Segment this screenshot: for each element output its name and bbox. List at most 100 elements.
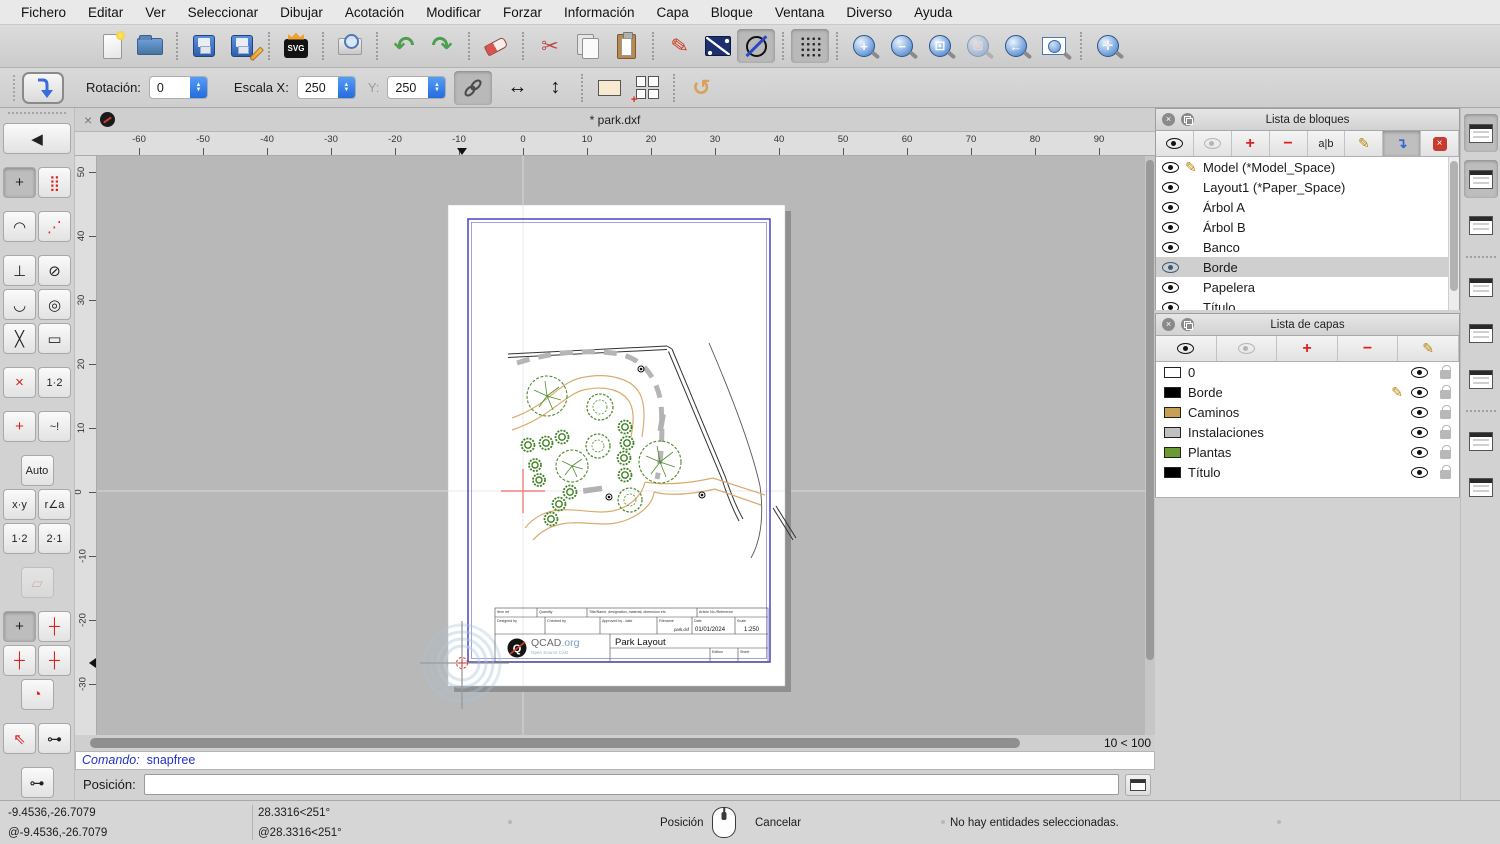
scale-y-spinner[interactable]: 250 ▲ ▼ xyxy=(387,76,447,99)
snap-endpoints-button[interactable]: ◠ xyxy=(3,211,36,242)
rotation-spinner[interactable]: 0 ▲ ▼ xyxy=(148,76,208,99)
dock-selection-filter-button[interactable] xyxy=(1464,314,1498,352)
command-detach-button[interactable] xyxy=(1125,773,1151,796)
menu-acotaci-n[interactable]: Acotación xyxy=(334,5,415,20)
line-tool-button[interactable] xyxy=(699,29,737,63)
menu-diverso[interactable]: Diverso xyxy=(835,5,903,20)
eye-icon[interactable] xyxy=(1162,281,1179,293)
hide-all-layers-button[interactable] xyxy=(1217,336,1278,361)
relative-cartesian-button[interactable]: 1·2 xyxy=(3,523,36,554)
snap-reference-button[interactable]: ▭ xyxy=(38,323,71,354)
hide-all-blocks-button[interactable] xyxy=(1194,131,1232,156)
eye-icon[interactable] xyxy=(1162,301,1179,310)
add-layer-button[interactable]: + xyxy=(1277,336,1338,361)
close-panel-icon[interactable]: × xyxy=(1162,113,1175,126)
snap-tangential-button[interactable]: ⊘ xyxy=(38,255,71,286)
snap-intersection-manual-button[interactable]: + xyxy=(3,411,36,442)
float-panel-icon[interactable] xyxy=(1181,113,1194,126)
layer-row-instalaciones[interactable]: Instalaciones xyxy=(1156,422,1459,442)
block-row-layout1-paper-space-[interactable]: Layout1 (*Paper_Space) xyxy=(1156,177,1459,197)
snap-free-button[interactable]: + xyxy=(3,167,36,198)
edit-layer-button[interactable]: ✎ xyxy=(1398,336,1459,361)
eye-icon[interactable] xyxy=(1162,261,1179,273)
stepper-icon[interactable]: ▲ ▼ xyxy=(337,77,355,98)
add-block-button[interactable]: + xyxy=(1232,131,1270,156)
dock-reference-views-button[interactable] xyxy=(1464,360,1498,398)
print-preview-button[interactable] xyxy=(331,29,369,63)
zoom-in-button[interactable]: + xyxy=(845,29,883,63)
draw-pencil-button[interactable]: ✎ xyxy=(661,29,699,63)
snap-exclude-button[interactable]: ~! xyxy=(38,411,71,442)
menu-forzar[interactable]: Forzar xyxy=(492,5,553,20)
coordinate-cartesian-button[interactable]: x·y xyxy=(3,489,36,520)
lock-icon[interactable] xyxy=(1440,365,1451,379)
block-row-papelera[interactable]: Papelera xyxy=(1156,277,1459,297)
layer-row-borde[interactable]: Borde ✎ xyxy=(1156,382,1459,402)
insert-block-tool-button[interactable] xyxy=(22,71,64,104)
lock-icon[interactable] xyxy=(1440,445,1451,459)
svg-export-button[interactable]: SVG xyxy=(277,29,315,63)
show-all-layers-button[interactable] xyxy=(1156,336,1217,361)
eye-icon[interactable] xyxy=(1411,466,1428,478)
eye-icon[interactable] xyxy=(1162,161,1179,173)
vertical-scrollbar[interactable] xyxy=(1145,156,1155,735)
flip-horizontal-button[interactable]: ↔ xyxy=(498,71,536,105)
layer-row-plantas[interactable]: Plantas xyxy=(1156,442,1459,462)
snap-intersection-button[interactable]: ╳ xyxy=(3,323,36,354)
edit-block-button[interactable]: ✎ xyxy=(1345,131,1384,156)
undo-button[interactable]: ↶ xyxy=(385,29,423,63)
snap-points-on-entity-button[interactable]: ⋰ xyxy=(38,211,71,242)
dock-clipboard-panel-button[interactable] xyxy=(1464,468,1498,506)
snap-perpendicular-button[interactable]: ⊥ xyxy=(3,255,36,286)
rotation-value[interactable]: 0 xyxy=(150,81,190,95)
lock-icon[interactable] xyxy=(1440,405,1451,419)
auto-zoom-button[interactable]: ⊡ xyxy=(921,29,959,63)
relative-polar-button[interactable]: 2·1 xyxy=(38,523,71,554)
block-list-scrollbar[interactable] xyxy=(1448,157,1459,310)
menu-editar[interactable]: Editar xyxy=(77,5,134,20)
block-row-banco[interactable]: Banco xyxy=(1156,237,1459,257)
menu-seleccionar[interactable]: Seleccionar xyxy=(177,5,270,20)
menu-ventana[interactable]: Ventana xyxy=(764,5,836,20)
position-input[interactable] xyxy=(143,774,1119,795)
open-file-button[interactable] xyxy=(131,29,169,63)
stepper-icon[interactable]: ▲ ▼ xyxy=(428,77,446,98)
stepper-icon[interactable]: ▲ ▼ xyxy=(189,77,207,98)
scale-x-spinner[interactable]: 250 ▲ ▼ xyxy=(296,76,356,99)
scale-y-value[interactable]: 250 xyxy=(388,81,428,95)
remove-block-button[interactable]: − xyxy=(1270,131,1308,156)
redo-button[interactable]: ↷ xyxy=(423,29,461,63)
coordinate-polar-button[interactable]: r∠a xyxy=(38,489,71,520)
snap-grid-button[interactable]: ⣿ xyxy=(38,167,71,198)
show-all-blocks-button[interactable] xyxy=(1156,131,1194,156)
block-row-model-model-space-[interactable]: ✎ Model (*Model_Space) xyxy=(1156,157,1459,177)
menu-informaci-n[interactable]: Información xyxy=(553,5,646,20)
eye-icon[interactable] xyxy=(1162,201,1179,213)
new-file-button[interactable] xyxy=(93,29,131,63)
block-row-t-tulo[interactable]: Título xyxy=(1156,297,1459,310)
snap-middle-button[interactable]: ◡ xyxy=(3,289,36,320)
snap-angle-dial-button[interactable]: ◔ xyxy=(20,679,54,710)
menu-ayuda[interactable]: Ayuda xyxy=(903,5,963,20)
menu-fichero[interactable]: Fichero xyxy=(10,5,77,20)
horizontal-scrollbar-thumb[interactable] xyxy=(90,738,1020,748)
block-list-scrollbar-thumb[interactable] xyxy=(1450,161,1458,291)
dock-library-browser-button[interactable] xyxy=(1464,206,1498,244)
insert-block-button[interactable]: ↴ xyxy=(1383,131,1422,156)
menu-ver[interactable]: Ver xyxy=(134,5,176,20)
close-panel-icon[interactable]: × xyxy=(1162,318,1175,331)
eye-icon[interactable] xyxy=(1411,366,1428,378)
auto-snap-button[interactable]: Auto xyxy=(20,455,54,486)
restrict-orthogonal-button[interactable]: ┼ xyxy=(38,611,71,642)
rename-block-button[interactable]: a|b xyxy=(1308,131,1346,156)
restrict-horizontal-button[interactable]: ┼ xyxy=(3,645,36,676)
purge-block-button[interactable]: × xyxy=(1421,131,1459,156)
eye-icon[interactable] xyxy=(1162,241,1179,253)
menu-dibujar[interactable]: Dibujar xyxy=(269,5,334,20)
snap-auto-intersection-button[interactable]: × xyxy=(3,367,36,398)
menu-modificar[interactable]: Modificar xyxy=(415,5,492,20)
grid-toggle-button[interactable] xyxy=(791,29,829,63)
zoom-out-button[interactable]: − xyxy=(883,29,921,63)
eye-icon[interactable] xyxy=(1411,386,1428,398)
paste-button[interactable] xyxy=(607,29,645,63)
